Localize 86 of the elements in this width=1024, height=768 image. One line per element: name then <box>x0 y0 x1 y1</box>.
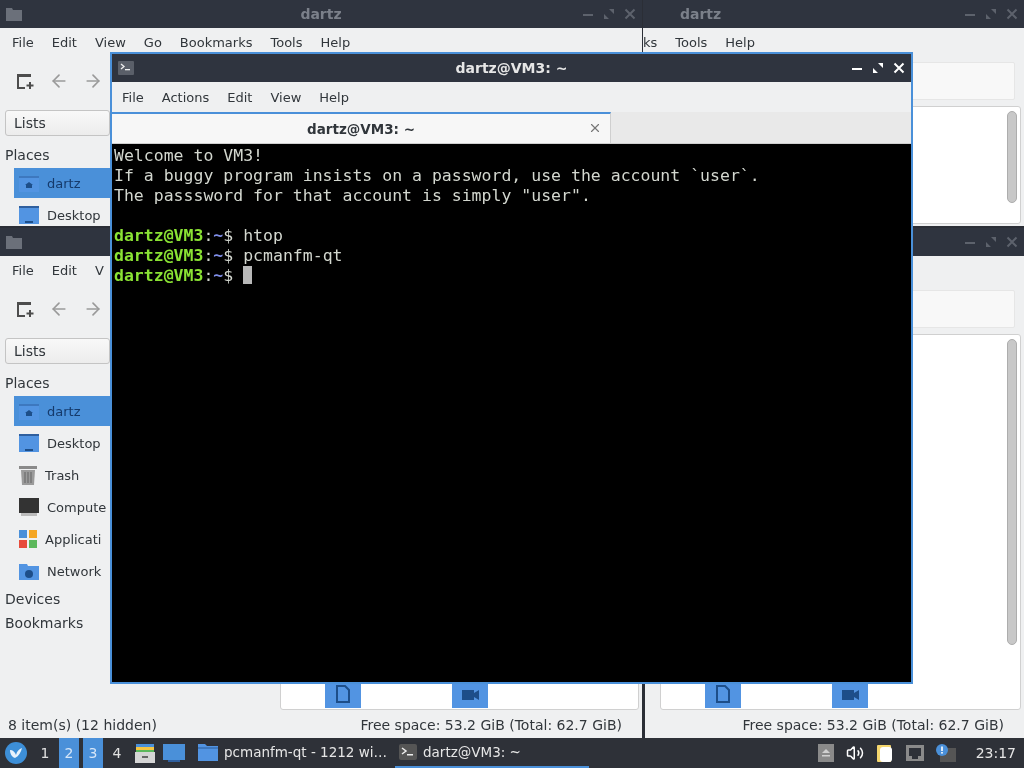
notification-icon[interactable] <box>935 744 956 762</box>
side-pane-selector[interactable]: Lists <box>5 338 110 364</box>
terminal-icon <box>118 61 134 75</box>
volume-icon[interactable] <box>845 744 864 762</box>
place-label: Desktop <box>47 435 101 451</box>
prompt-line: dartz@VM3:~$ <box>114 266 235 285</box>
menu-item[interactable]: Tools <box>261 34 312 50</box>
menu-item[interactable]: ks <box>643 34 667 50</box>
clipboard-icon[interactable] <box>875 743 894 763</box>
menu-item[interactable]: View <box>85 34 135 50</box>
section-heading[interactable]: Bookmarks <box>5 612 110 634</box>
menu-item[interactable]: Edit <box>42 34 86 50</box>
free-space: Free space: 53.2 GiB (Total: 62.7 GiB) <box>360 717 622 733</box>
task-button[interactable]: dartz@VM3: ~ <box>395 738 589 768</box>
place-label: Applicati <box>45 531 102 547</box>
desktop-switch-button[interactable]: 4 <box>107 738 127 768</box>
place-label: dartz <box>47 403 81 419</box>
place-label: Compute <box>47 499 107 515</box>
prompt-line: dartz@VM3:~$ pcmanfm-qt <box>114 246 343 265</box>
place-label: Trash <box>45 467 80 483</box>
terminal-line: The passsword for that account is simply "user". <box>114 186 592 206</box>
menu-item[interactable]: Help <box>716 34 755 50</box>
window-title: dartz <box>680 6 722 22</box>
computer-icon <box>19 498 39 516</box>
menu-item[interactable]: Edit <box>218 89 262 105</box>
place-label: Network <box>47 563 102 579</box>
desktop-icon <box>19 434 39 452</box>
prompt-line: dartz@VM3:~$ htop <box>114 226 283 245</box>
task-button[interactable]: pcmanfm-qt - 1212 wi… <box>194 738 391 768</box>
terminal-line: If a buggy program insists on a password, use the account `user`. <box>114 166 761 186</box>
home-folder-icon <box>19 174 39 192</box>
network-icon[interactable] <box>905 745 924 761</box>
desktop-icon <box>19 206 39 224</box>
menu-item[interactable]: View <box>261 89 311 105</box>
menu-item[interactable]: Go <box>134 34 171 50</box>
window-title: dartz@VM3: ~ <box>455 60 568 76</box>
places-heading: Places <box>5 146 51 165</box>
terminal-icon <box>399 744 417 760</box>
scrollbar-thumb[interactable] <box>1007 111 1017 203</box>
documents-folder-icon[interactable] <box>325 684 361 708</box>
side-pane-selector[interactable]: Lists <box>5 110 110 136</box>
documents-folder-icon[interactable] <box>705 684 741 708</box>
videos-folder-icon[interactable] <box>452 684 488 708</box>
desktop-switch-button[interactable]: 1 <box>35 738 55 768</box>
place-item[interactable]: Desktop <box>14 428 110 458</box>
item-count: 8 item(s) (12 hidden) <box>8 717 157 733</box>
section-heading[interactable]: Devices <box>5 588 110 610</box>
path-field[interactable] <box>911 290 1015 328</box>
place-label: dartz <box>47 175 81 191</box>
folder-icon <box>6 7 22 21</box>
scrollbar-thumb[interactable] <box>1007 339 1017 645</box>
videos-folder-icon[interactable] <box>832 684 868 708</box>
terminal-tab[interactable]: dartz@VM3: ~ <box>112 112 611 143</box>
file-cabinet-icon[interactable] <box>135 743 155 763</box>
path-field[interactable] <box>911 62 1015 100</box>
menu-item[interactable]: File <box>113 89 153 105</box>
menu-item[interactable]: Help <box>311 34 351 50</box>
menu-item[interactable]: Help <box>310 89 349 105</box>
place-item[interactable]: Network <box>14 556 110 586</box>
home-folder-icon <box>19 402 39 420</box>
window-title: dartz <box>300 6 342 22</box>
menu-item[interactable]: Bookmarks <box>170 34 262 50</box>
clock[interactable]: 23:17 <box>975 745 1016 761</box>
network-folder-icon <box>19 562 39 580</box>
terminal-line: Welcome to VM3! <box>114 146 264 166</box>
menu-item[interactable]: Edit <box>42 262 86 278</box>
folder-icon <box>198 743 218 761</box>
place-item[interactable]: Desktop <box>14 200 110 226</box>
start-menu-icon[interactable] <box>4 741 28 765</box>
maximize-icon[interactable] <box>872 62 884 74</box>
folder-icon <box>6 235 22 249</box>
show-desktop-icon[interactable] <box>163 744 185 762</box>
places-heading: Places <box>5 374 51 393</box>
menu-item[interactable]: V <box>85 262 104 278</box>
menu-item[interactable]: Actions <box>152 89 219 105</box>
menu-item[interactable]: File <box>3 34 43 50</box>
eject-icon[interactable] <box>817 744 834 762</box>
place-item[interactable]: Applicati <box>14 524 110 554</box>
applications-icon <box>19 530 37 548</box>
trash-icon <box>19 465 37 485</box>
menu-item[interactable]: Tools <box>666 34 717 50</box>
place-item[interactable]: Trash <box>14 460 110 490</box>
menu-item[interactable]: File <box>3 262 43 278</box>
place-item[interactable]: Compute <box>14 492 110 522</box>
free-space: Free space: 53.2 GiB (Total: 62.7 GiB) <box>742 717 1004 733</box>
place-label: Desktop <box>47 207 101 223</box>
